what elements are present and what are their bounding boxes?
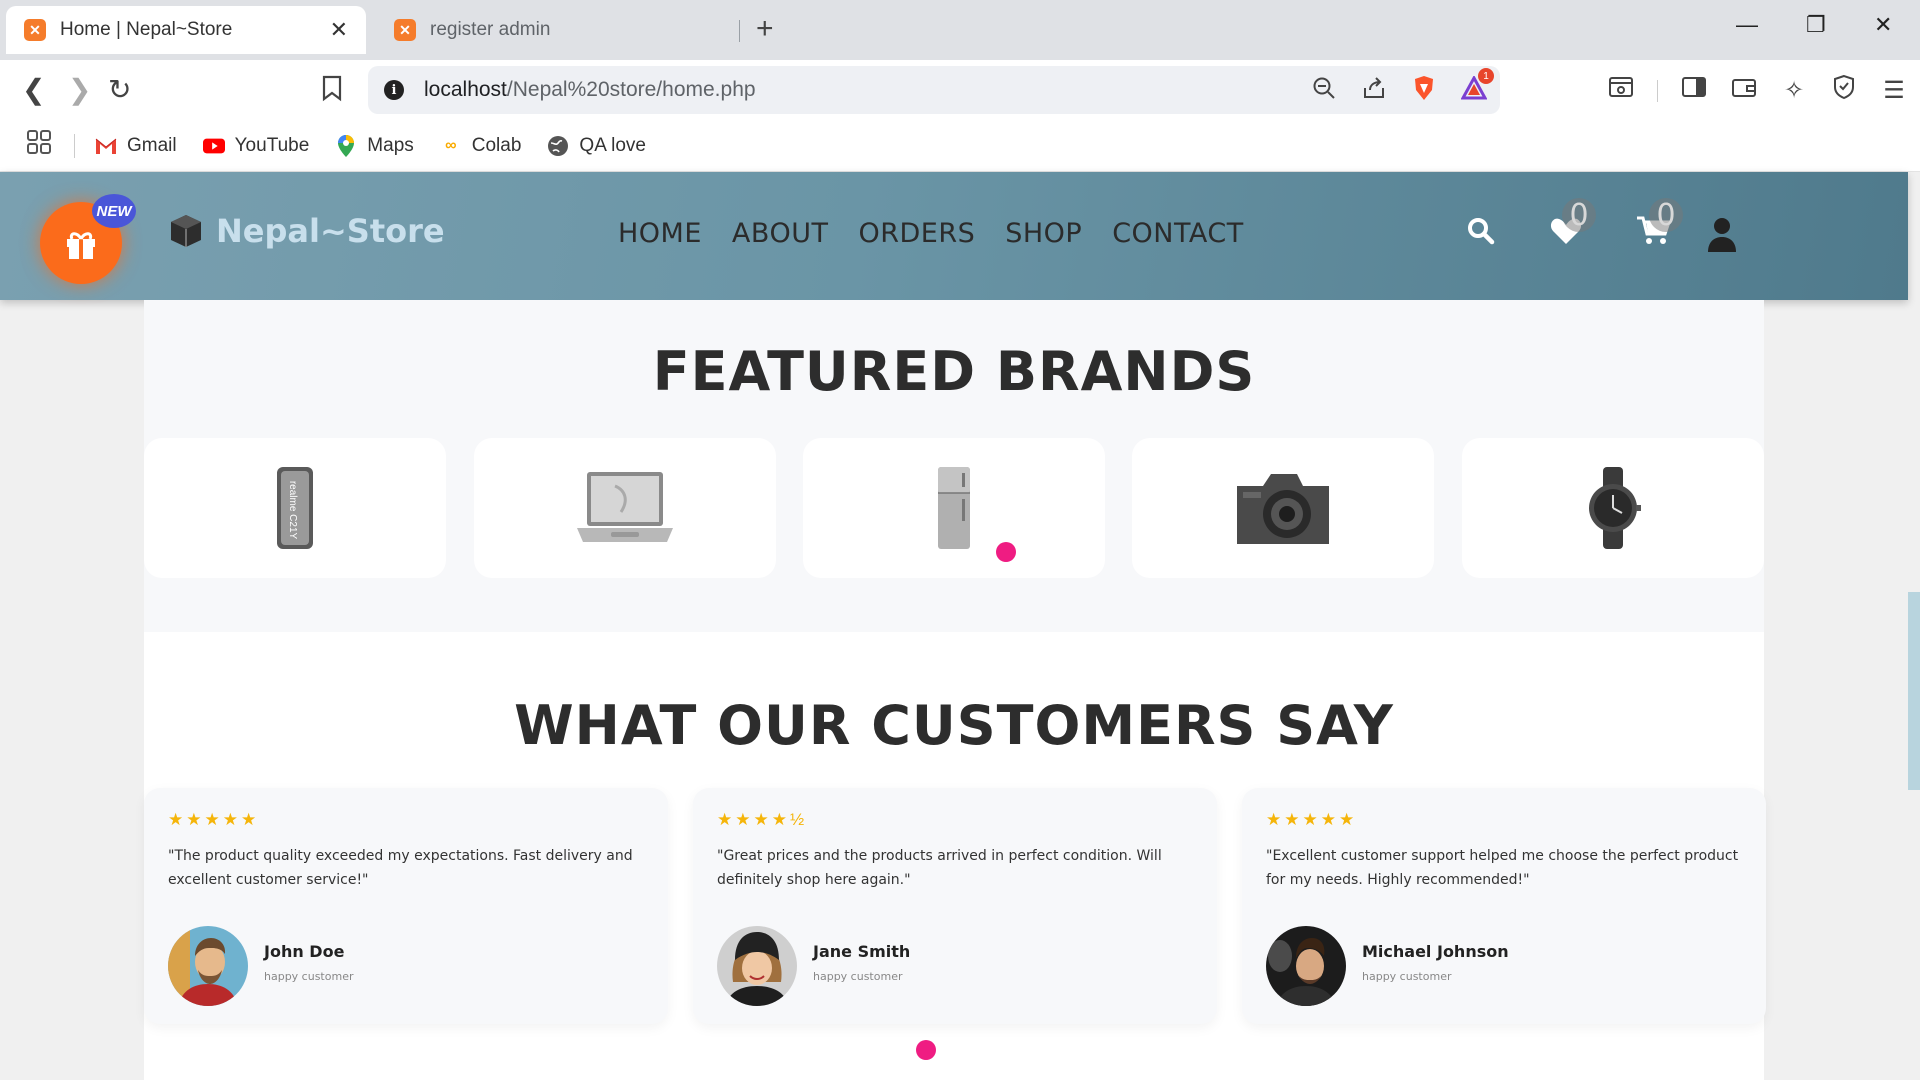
back-icon[interactable]: ❮ <box>22 74 45 106</box>
phone-icon: realme C21Y <box>277 467 313 549</box>
testimonials-section: WHAT OUR CUSTOMERS SAY ★★★★★ "The produc… <box>144 632 1766 1080</box>
user-account-icon[interactable] <box>1706 216 1738 257</box>
nav-about[interactable]: ABOUT <box>732 218 829 249</box>
reload-icon[interactable]: ↻ <box>108 74 131 106</box>
xampp-favicon-icon: ✕ <box>24 19 46 41</box>
brand-card-refrigerator[interactable] <box>803 438 1105 578</box>
star-rating: ★★★★½ <box>717 810 808 829</box>
reviewer-role: happy customer <box>813 970 903 983</box>
rewards-badge: 1 <box>1478 68 1494 84</box>
bookmark-gmail[interactable]: Gmail <box>95 135 177 157</box>
reviewer-role: happy customer <box>1362 970 1452 983</box>
site-header: NEW Nepal~Store HOME ABOUT ORDERS SHOP C… <box>0 172 1908 300</box>
bookmark-colab[interactable]: ∞ Colab <box>440 135 521 157</box>
main-navigation: HOME ABOUT ORDERS SHOP CONTACT <box>618 218 1244 249</box>
page-content: FEATURED BRANDS realme C21Y WHAT OUR CUS… <box>144 300 1766 1080</box>
new-tab-button[interactable]: + <box>756 14 774 44</box>
browser-tab-bar: ✕ Home | Nepal~Store ✕ ✕ register admin … <box>0 0 1920 60</box>
brave-rewards-icon[interactable]: 1 <box>1460 68 1494 102</box>
close-window-icon[interactable]: ✕ <box>1874 12 1892 38</box>
laptop-icon <box>577 472 673 542</box>
bookmark-maps[interactable]: Maps <box>335 134 414 157</box>
reviewer-name: Michael Johnson <box>1362 942 1509 961</box>
youtube-icon <box>202 135 225 157</box>
nav-home[interactable]: HOME <box>618 218 702 249</box>
wishlist-count: 0 <box>1562 198 1596 233</box>
brand-card-watch[interactable] <box>1462 438 1764 578</box>
url-text: localhost/Nepal%20store/home.php <box>424 78 756 101</box>
site-logo-text: Nepal~Store <box>216 212 445 250</box>
minimize-icon[interactable]: — <box>1736 12 1758 38</box>
browser-toolbar: ❮ ❯ ↻ i localhost/Nepal%20store/home.php… <box>0 60 1920 120</box>
review-text: "The product quality exceeded my expecta… <box>168 848 633 888</box>
forward-icon[interactable]: ❯ <box>68 74 91 106</box>
bookmarks-divider <box>74 133 75 158</box>
carousel-indicator-dot[interactable] <box>916 1040 936 1060</box>
svg-text:realme C21Y: realme C21Y <box>287 481 298 540</box>
tab-divider <box>739 20 740 42</box>
avatar <box>168 926 248 1006</box>
nav-contact[interactable]: CONTACT <box>1112 218 1244 249</box>
sidebar-icon[interactable] <box>1680 75 1708 106</box>
nav-shop[interactable]: SHOP <box>1005 218 1082 249</box>
brand-card-laptop[interactable] <box>474 438 776 578</box>
search-icon[interactable] <box>1466 216 1496 251</box>
featured-brands-title: FEATURED BRANDS <box>652 340 1256 403</box>
globe-icon <box>547 135 569 157</box>
page-scrollbar-thumb[interactable] <box>1908 592 1920 790</box>
nav-orders[interactable]: ORDERS <box>858 218 975 249</box>
zoom-out-icon[interactable] <box>1310 74 1338 102</box>
site-info-icon[interactable]: i <box>384 80 404 100</box>
menu-icon[interactable]: ☰ <box>1880 76 1908 105</box>
leo-ai-icon[interactable]: ✧ <box>1780 76 1808 105</box>
reviewer-name: John Doe <box>264 942 345 961</box>
new-badge: NEW <box>92 194 136 228</box>
tab-title: Home | Nepal~Store <box>60 19 233 40</box>
bookmarks-bar: Gmail YouTube Maps ∞ Colab QA love <box>0 120 1920 172</box>
address-bar[interactable]: i localhost/Nepal%20store/home.php 1 <box>368 66 1500 114</box>
share-icon[interactable] <box>1360 74 1388 102</box>
avatar <box>717 926 797 1006</box>
reading-mode-icon[interactable] <box>1607 75 1635 106</box>
gmail-icon <box>95 135 117 157</box>
review-text: "Excellent customer support helped me ch… <box>1266 848 1739 888</box>
review-card: ★★★★★ "Excellent customer support helped… <box>1242 788 1766 1024</box>
toolbar-divider <box>1657 79 1658 102</box>
site-logo[interactable]: Nepal~Store <box>168 212 445 250</box>
tab-home[interactable]: ✕ Home | Nepal~Store ✕ <box>6 6 366 54</box>
reviewer-role: happy customer <box>264 970 354 983</box>
tab-register-admin[interactable]: ✕ register admin <box>376 6 740 54</box>
carousel-indicator-dot[interactable] <box>996 542 1016 562</box>
maps-icon <box>335 134 357 157</box>
bookmark-icon[interactable] <box>320 74 344 109</box>
brave-shields-icon[interactable] <box>1410 74 1438 102</box>
close-tab-icon[interactable]: ✕ <box>330 17 348 43</box>
xampp-favicon-icon: ✕ <box>394 19 416 41</box>
avatar <box>1266 926 1346 1006</box>
apps-grid-icon[interactable] <box>26 129 52 162</box>
testimonials-title: WHAT OUR CUSTOMERS SAY <box>514 694 1394 757</box>
cart-count: 0 <box>1649 198 1683 233</box>
review-card: ★★★★½ "Great prices and the products arr… <box>693 788 1217 1024</box>
wallet-icon[interactable] <box>1730 75 1758 106</box>
brand-card-phone[interactable]: realme C21Y <box>144 438 446 578</box>
star-rating: ★★★★★ <box>168 810 260 829</box>
bookmark-youtube[interactable]: YouTube <box>202 135 309 157</box>
restore-icon[interactable]: ❐ <box>1806 12 1826 38</box>
vpn-icon[interactable] <box>1830 74 1858 107</box>
star-rating: ★★★★★ <box>1266 810 1358 829</box>
tab-title: register admin <box>430 19 551 40</box>
bookmark-qa-love[interactable]: QA love <box>547 135 646 157</box>
review-card: ★★★★★ "The product quality exceeded my e… <box>144 788 668 1024</box>
watch-icon <box>1589 467 1641 549</box>
review-text: "Great prices and the products arrived i… <box>717 848 1162 888</box>
cube-logo-icon <box>171 215 201 247</box>
brand-card-camera[interactable] <box>1132 438 1434 578</box>
gift-icon <box>67 232 95 259</box>
reviewer-name: Jane Smith <box>813 942 911 961</box>
colab-icon: ∞ <box>445 136 457 154</box>
refrigerator-icon <box>938 467 970 549</box>
camera-icon <box>1237 474 1329 544</box>
